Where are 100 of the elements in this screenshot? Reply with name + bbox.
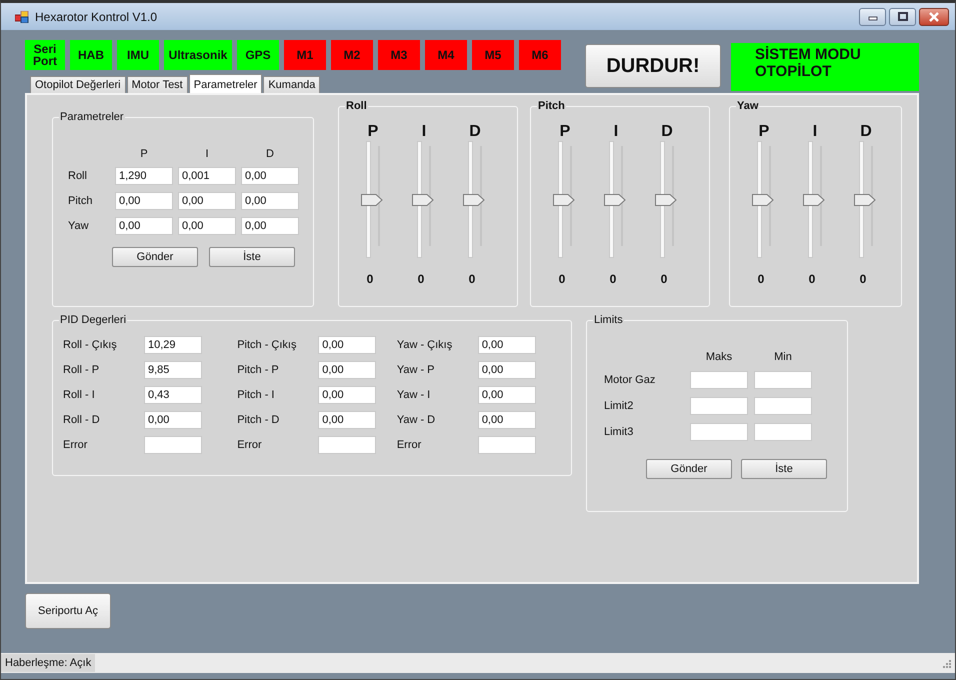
slider-value: 0: [808, 272, 816, 286]
text-field[interactable]: 0,00: [115, 217, 173, 235]
status-indicator: M1: [284, 40, 326, 70]
slider-thumb[interactable]: [361, 194, 383, 206]
text-field[interactable]: 0,00: [241, 167, 299, 185]
text-field[interactable]: 0,00: [478, 386, 536, 404]
text-field[interactable]: [144, 436, 202, 454]
vertical-slider[interactable]: [604, 141, 628, 258]
text-field[interactable]: 0,00: [318, 411, 376, 429]
slider-thumb[interactable]: [604, 194, 626, 206]
row-label: Yaw: [68, 220, 90, 232]
text-field[interactable]: [690, 397, 748, 415]
slider-thumb[interactable]: [854, 194, 876, 206]
text-field[interactable]: [690, 371, 748, 389]
field-label: Yaw - Çıkış: [396, 339, 454, 351]
form-button[interactable]: Gönder: [112, 247, 198, 267]
slider-value: 0: [468, 272, 476, 286]
stop-button[interactable]: DURDUR!: [585, 44, 721, 88]
field-label: Yaw - D: [396, 414, 436, 426]
status-indicator: M5: [472, 40, 514, 70]
group-title: PID Degerleri: [59, 314, 128, 327]
field-label: Error: [237, 439, 263, 451]
maximize-button[interactable]: [889, 8, 916, 26]
text-field[interactable]: 0,00: [478, 361, 536, 379]
text-field[interactable]: [690, 423, 748, 441]
text-field[interactable]: 0,00: [178, 192, 236, 210]
text-field[interactable]: 0,00: [478, 336, 536, 354]
vertical-slider[interactable]: [463, 141, 487, 258]
row-label: Roll: [68, 170, 88, 182]
field-label: Yaw - I: [396, 389, 432, 401]
vertical-slider[interactable]: [412, 141, 436, 258]
vertical-slider[interactable]: [655, 141, 679, 258]
field-label: Pitch - P: [237, 364, 280, 376]
form-button[interactable]: İste: [741, 459, 827, 479]
slider-thumb[interactable]: [655, 194, 677, 206]
text-field[interactable]: 0,00: [318, 361, 376, 379]
slider-thumb[interactable]: [463, 194, 485, 206]
close-icon: [928, 12, 940, 22]
slider-thumb[interactable]: [553, 194, 575, 206]
column-header: P: [139, 148, 149, 160]
tab[interactable]: Motor Test: [126, 76, 188, 93]
status-indicator: Seri Port: [25, 40, 65, 70]
slider-thumb[interactable]: [803, 194, 825, 206]
field-label: Roll - I: [63, 389, 96, 401]
text-field[interactable]: 0,00: [318, 386, 376, 404]
text-field[interactable]: 10,29: [144, 336, 202, 354]
slider-value: 0: [860, 272, 866, 286]
text-field[interactable]: 0,43: [144, 386, 202, 404]
vertical-slider[interactable]: [553, 141, 577, 258]
vertical-slider[interactable]: [752, 141, 776, 258]
tab[interactable]: Otopilot Değerleri: [30, 76, 126, 93]
row-label: Limit3: [604, 426, 634, 438]
slider-label: P: [758, 123, 770, 141]
form-button[interactable]: Gönder: [646, 459, 732, 479]
resize-grip-icon[interactable]: [941, 658, 951, 668]
text-field[interactable]: 0,00: [241, 217, 299, 235]
field-label: Error: [63, 439, 88, 451]
text-field[interactable]: [478, 436, 536, 454]
text-field[interactable]: 0,00: [241, 192, 299, 210]
slider-thumb[interactable]: [752, 194, 774, 206]
text-field[interactable]: 9,85: [144, 361, 202, 379]
column-header: D: [265, 148, 275, 160]
text-field[interactable]: 0,00: [144, 411, 202, 429]
field-label: Pitch - Çıkış: [237, 339, 298, 351]
slider-label: I: [812, 123, 818, 141]
text-field[interactable]: [754, 371, 812, 389]
text-field[interactable]: 0,00: [318, 336, 376, 354]
slider-value: 0: [660, 272, 668, 286]
field-label: Pitch - D: [237, 414, 280, 426]
tab[interactable]: Kumanda: [263, 76, 320, 93]
serial-port-button[interactable]: Seriportu Aç: [25, 593, 111, 629]
slider-label: D: [661, 123, 673, 141]
close-button[interactable]: [919, 8, 949, 26]
vertical-slider[interactable]: [361, 141, 385, 258]
vertical-slider[interactable]: [854, 141, 878, 258]
text-field[interactable]: [754, 397, 812, 415]
maximize-icon: [896, 12, 908, 22]
column-header: I: [204, 148, 210, 160]
text-field[interactable]: 0,00: [478, 411, 536, 429]
app-icon: [15, 10, 29, 22]
slider-thumb[interactable]: [412, 194, 434, 206]
field-label: Yaw - P: [396, 364, 436, 376]
minimize-button[interactable]: [859, 8, 886, 26]
text-field[interactable]: 0,001: [178, 167, 236, 185]
slider-value: 0: [558, 272, 566, 286]
text-field[interactable]: 0,00: [178, 217, 236, 235]
text-field[interactable]: [318, 436, 376, 454]
tab[interactable]: Parametreler: [188, 74, 262, 94]
status-indicator: IMU: [117, 40, 159, 70]
text-field[interactable]: [754, 423, 812, 441]
vertical-slider[interactable]: [803, 141, 827, 258]
field-label: Pitch - I: [237, 389, 276, 401]
form-button[interactable]: İste: [209, 247, 295, 267]
status-indicator: M6: [519, 40, 561, 70]
column-header: Min: [773, 351, 793, 363]
text-field[interactable]: 0,00: [115, 192, 173, 210]
slider-label: I: [422, 123, 426, 141]
slider-label: D: [860, 123, 872, 141]
text-field[interactable]: 1,290: [115, 167, 173, 185]
slider-value: 0: [366, 272, 374, 286]
